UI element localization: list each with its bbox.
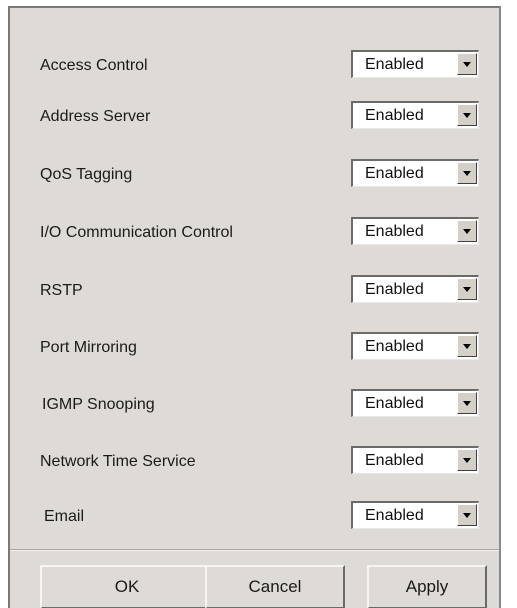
rstp-select[interactable]: Enabled bbox=[351, 275, 479, 303]
port-mirroring-select[interactable]: Enabled bbox=[351, 332, 479, 360]
network-time-service-dropdown-button[interactable] bbox=[457, 449, 477, 471]
io-communication-control-select[interactable]: Enabled bbox=[351, 217, 479, 245]
igmp-snooping-dropdown-button[interactable] bbox=[457, 392, 477, 414]
port-mirroring-value: Enabled bbox=[365, 337, 424, 355]
setting-row-email: Email Enabled bbox=[10, 501, 499, 533]
access-control-select[interactable]: Enabled bbox=[351, 50, 479, 78]
network-time-service-value: Enabled bbox=[365, 451, 424, 469]
chevron-down-icon bbox=[463, 62, 471, 67]
igmp-snooping-value: Enabled bbox=[365, 394, 424, 412]
address-server-value: Enabled bbox=[365, 106, 424, 124]
qos-tagging-value: Enabled bbox=[365, 164, 424, 182]
rstp-value: Enabled bbox=[365, 280, 424, 298]
email-value: Enabled bbox=[365, 506, 424, 524]
address-server-label: Address Server bbox=[40, 108, 151, 125]
services-config-dialog: Access Control Enabled Address Server En… bbox=[0, 0, 517, 608]
access-control-dropdown-button[interactable] bbox=[457, 53, 477, 75]
io-communication-control-dropdown-button[interactable] bbox=[457, 220, 477, 242]
port-mirroring-label: Port Mirroring bbox=[40, 339, 137, 356]
ok-button[interactable]: OK bbox=[40, 565, 214, 608]
access-control-value: Enabled bbox=[365, 55, 424, 73]
qos-tagging-dropdown-button[interactable] bbox=[457, 162, 477, 184]
network-time-service-label: Network Time Service bbox=[40, 453, 196, 470]
address-server-dropdown-button[interactable] bbox=[457, 104, 477, 126]
qos-tagging-label: QoS Tagging bbox=[40, 166, 133, 183]
qos-tagging-select[interactable]: Enabled bbox=[351, 159, 479, 187]
email-select[interactable]: Enabled bbox=[351, 501, 479, 529]
rstp-dropdown-button[interactable] bbox=[457, 278, 477, 300]
chevron-down-icon bbox=[463, 344, 471, 349]
setting-row-port-mirroring: Port Mirroring Enabled bbox=[10, 332, 499, 364]
email-label: Email bbox=[44, 508, 85, 525]
setting-row-io-communication-control: I/O Communication Control Enabled bbox=[10, 217, 499, 249]
cancel-button[interactable]: Cancel bbox=[205, 565, 345, 608]
email-dropdown-button[interactable] bbox=[457, 504, 477, 526]
chevron-down-icon bbox=[463, 401, 471, 406]
io-communication-control-label: I/O Communication Control bbox=[40, 224, 233, 241]
chevron-down-icon bbox=[463, 513, 471, 518]
setting-row-rstp: RSTP Enabled bbox=[10, 275, 499, 307]
igmp-snooping-label: IGMP Snooping bbox=[42, 396, 155, 413]
setting-row-igmp-snooping: IGMP Snooping Enabled bbox=[10, 389, 499, 421]
port-mirroring-dropdown-button[interactable] bbox=[457, 335, 477, 357]
chevron-down-icon bbox=[463, 171, 471, 176]
chevron-down-icon bbox=[463, 458, 471, 463]
apply-button[interactable]: Apply bbox=[367, 565, 487, 608]
chevron-down-icon bbox=[463, 113, 471, 118]
io-communication-control-value: Enabled bbox=[365, 222, 424, 240]
services-panel: Access Control Enabled Address Server En… bbox=[8, 6, 501, 608]
chevron-down-icon bbox=[463, 229, 471, 234]
setting-row-access-control: Access Control Enabled bbox=[10, 50, 499, 82]
network-time-service-select[interactable]: Enabled bbox=[351, 446, 479, 474]
setting-row-address-server: Address Server Enabled bbox=[10, 101, 499, 133]
access-control-label: Access Control bbox=[40, 57, 148, 74]
igmp-snooping-select[interactable]: Enabled bbox=[351, 389, 479, 417]
chevron-down-icon bbox=[463, 287, 471, 292]
setting-row-network-time-service: Network Time Service Enabled bbox=[10, 446, 499, 478]
rstp-label: RSTP bbox=[40, 282, 83, 299]
setting-row-qos-tagging: QoS Tagging Enabled bbox=[10, 159, 499, 191]
address-server-select[interactable]: Enabled bbox=[351, 101, 479, 129]
button-separator bbox=[10, 549, 499, 551]
